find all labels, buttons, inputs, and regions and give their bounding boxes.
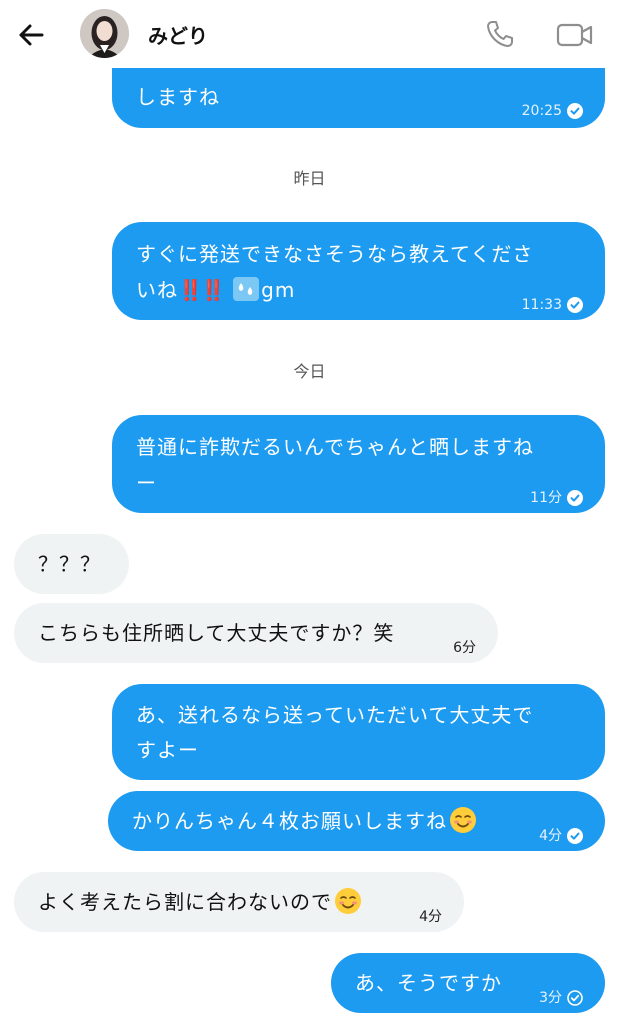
message-text: いね: [136, 278, 178, 302]
message-bubble-outgoing[interactable]: すぐに発送できなさそうなら教えてくださ いね‼️‼️ gm 11:33: [112, 222, 605, 320]
message-meta: 4分: [419, 900, 442, 934]
message-text-line: かりんちゃん４枚お願いしますね: [132, 804, 477, 838]
read-check-icon: [567, 490, 583, 506]
message-time: 11分: [530, 490, 562, 506]
smiling-face-icon: [450, 807, 476, 833]
message-time: 11:33: [521, 297, 562, 313]
message-meta: 11分: [530, 481, 583, 515]
message-bubble-outgoing[interactable]: あ、送れるなら送っていただいて大丈夫で すよー: [112, 684, 605, 780]
message-text-line: すよー: [136, 738, 199, 762]
avatar[interactable]: [80, 9, 129, 58]
date-separator: 昨日: [293, 169, 326, 188]
message-bubble-incoming[interactable]: こちらも住所晒して大丈夫ですか？笑 6分: [14, 603, 498, 663]
sent-check-icon: [567, 990, 583, 1006]
message-meta: 3分: [539, 981, 583, 1015]
read-check-icon: [567, 828, 583, 844]
message-text-line: ー: [136, 471, 157, 495]
message-meta: 6分: [453, 631, 476, 665]
read-check-icon: [567, 103, 583, 119]
contact-name[interactable]: みどり: [148, 20, 208, 49]
message-time: 4分: [419, 909, 442, 925]
message-text-line: いね‼️‼️ gm: [136, 273, 295, 307]
message-text-line: よく考えたら割に合わないので: [38, 885, 362, 919]
video-camera-icon[interactable]: [556, 20, 594, 50]
message-text-line: あ、送れるなら送っていただいて大丈夫で: [136, 703, 534, 727]
message-time: 6分: [453, 640, 476, 656]
date-separator: 今日: [293, 362, 326, 381]
message-bubble-outgoing[interactable]: 普通に詐欺だるいんでちゃんと晒しますね ー 11分: [112, 415, 605, 513]
message-text: ？？？: [38, 552, 101, 576]
message-text: gm: [261, 278, 296, 302]
message-text: かりんちゃん４枚お願いしますね: [132, 809, 447, 833]
sweat-droplets-icon: [233, 277, 260, 301]
message-meta: 4分: [539, 819, 583, 853]
message-time: 4分: [539, 828, 562, 844]
message-time: 20:25: [521, 103, 562, 119]
message-text: しますね: [136, 85, 220, 109]
message-text: よく考えたら割に合わないので: [38, 890, 332, 914]
message-bubble-outgoing[interactable]: かりんちゃん４枚お願いしますね 4分: [108, 791, 605, 851]
message-text: こちらも住所晒して大丈夫ですか？笑: [38, 621, 395, 645]
message-time: 3分: [539, 990, 562, 1006]
double-exclamation-icon: ‼️‼️: [178, 278, 226, 302]
arrow-left-icon[interactable]: [16, 20, 46, 50]
message-meta: 20:25: [522, 94, 583, 128]
message-text: あ、そうですか: [355, 971, 502, 995]
conversation-header: みどり: [0, 0, 619, 68]
message-text-line: 普通に詐欺だるいんでちゃんと晒しますね: [136, 435, 534, 459]
phone-icon[interactable]: [484, 18, 516, 50]
message-bubble-incoming[interactable]: ？？？: [14, 534, 129, 594]
message-text-line: すぐに発送できなさそうなら教えてくださ: [136, 242, 534, 266]
smiling-face-icon: [335, 888, 361, 914]
message-meta: 11:33: [522, 288, 583, 322]
read-check-icon: [567, 297, 583, 313]
message-bubble-outgoing[interactable]: あ、そうですか 3分: [331, 953, 605, 1013]
message-bubble-incoming[interactable]: よく考えたら割に合わないので 4分: [14, 872, 464, 932]
